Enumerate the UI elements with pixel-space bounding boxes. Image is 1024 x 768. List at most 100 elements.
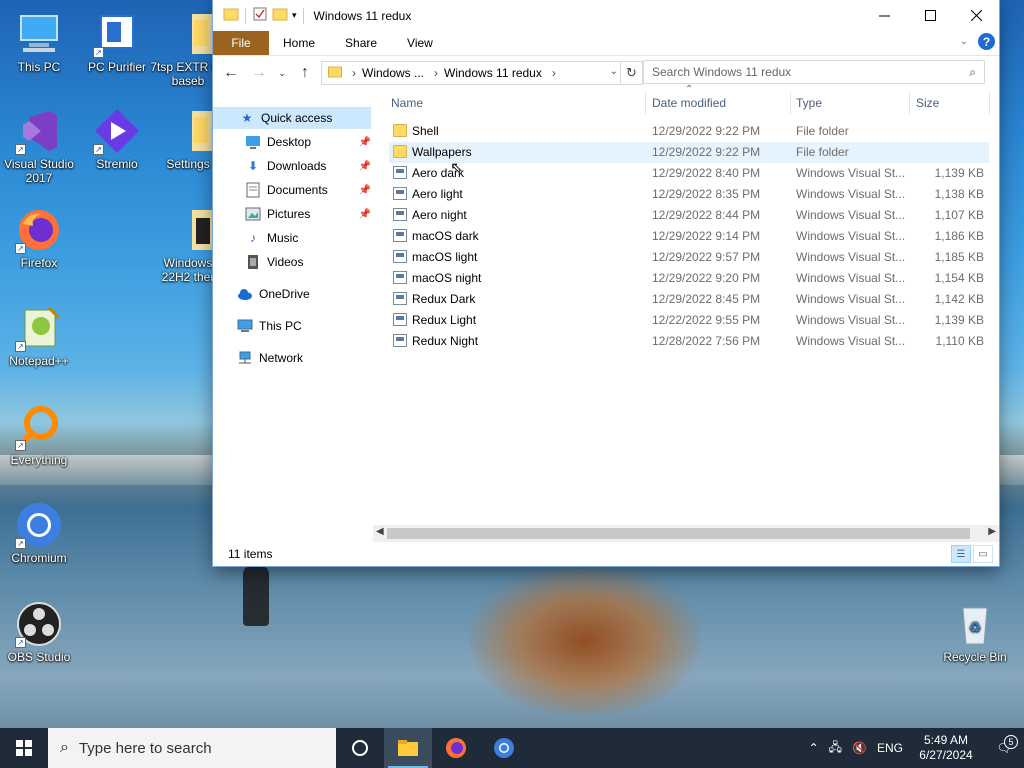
customize-toolbar-icon[interactable]: ▾ <box>292 10 297 21</box>
help-icon[interactable]: ? <box>978 33 995 50</box>
nav-desktop[interactable]: Desktop 📌 <box>245 131 371 153</box>
file-row[interactable]: Redux Dark 12/29/2022 8:45 PM Windows Visu… <box>389 289 989 310</box>
file-row[interactable]: macOS light 12/29/2022 9:57 PM Windows Vis… <box>389 247 989 268</box>
column-header-size[interactable]: Size <box>916 96 939 110</box>
file-row[interactable]: Aero dark 12/29/2022 8:40 PM Windows Visua… <box>389 163 989 184</box>
file-size: 1,142 KB <box>934 292 984 306</box>
nav-quick-access[interactable]: ★ Quick access <box>213 107 371 129</box>
action-center-button[interactable]: 🗨 5 <box>984 735 1024 755</box>
nav-music[interactable]: ♪ Music <box>245 227 367 249</box>
nav-label: Music <box>267 231 299 245</box>
scroll-right-icon[interactable]: ▶ <box>988 526 996 537</box>
details-view-icon[interactable]: ☰ <box>951 545 971 563</box>
nav-pictures[interactable]: Pictures 📌 <box>245 203 371 225</box>
tab-file[interactable]: File <box>213 31 269 55</box>
tab-share[interactable]: Share <box>330 31 392 55</box>
nav-videos[interactable]: Videos <box>245 251 367 273</box>
task-view-button[interactable] <box>336 728 384 768</box>
file-name: Redux Night <box>412 334 479 348</box>
file-row[interactable]: Shell 12/29/2022 9:22 PM File folder <box>389 121 989 142</box>
network-status-icon[interactable]: 🖧 <box>824 738 847 759</box>
start-button[interactable] <box>0 728 48 768</box>
large-icons-view-icon[interactable]: ▭ <box>973 545 993 563</box>
back-button[interactable]: ← <box>219 61 243 85</box>
up-button[interactable]: ↑ <box>293 61 317 85</box>
column-header-name[interactable]: Name <box>391 96 423 110</box>
properties-icon[interactable] <box>252 6 268 25</box>
close-button[interactable] <box>953 0 999 30</box>
expand-ribbon-icon[interactable]: ⌄ <box>960 36 968 47</box>
volume-muted-icon[interactable]: 🔇 <box>847 741 872 755</box>
desktop-icon-notepad-plus-plus[interactable]: ↗ Notepad++ <box>1 304 77 368</box>
taskbar-chromium[interactable] <box>480 728 528 768</box>
nav-onedrive[interactable]: OneDrive <box>237 283 367 305</box>
desktop-icon-stremio[interactable]: ↗ Stremio <box>79 107 155 171</box>
desktop-icon-everything[interactable]: ↗ Everything <box>1 403 77 467</box>
shortcut-arrow-icon: ↗ <box>15 637 26 648</box>
recycle-bin-icon: ♻ <box>951 600 999 648</box>
recent-locations-button[interactable]: ⌄ <box>275 61 289 85</box>
show-hidden-icons-chevron-icon[interactable]: ⌃ <box>804 741 824 755</box>
folder-icon <box>393 145 407 158</box>
desktop-icon-obs-studio[interactable]: ↗ OBS Studio <box>1 600 77 664</box>
horizontal-scrollbar[interactable]: ◀ ▶ <box>373 525 999 542</box>
scrollbar-thumb[interactable] <box>387 528 970 539</box>
nav-network[interactable]: Network <box>237 347 367 369</box>
column-header-date[interactable]: Date modified <box>652 96 726 110</box>
maximize-button[interactable] <box>907 0 953 30</box>
maximize-icon <box>924 9 936 21</box>
search-input[interactable]: Search Windows 11 redux <box>652 65 791 79</box>
taskbar-search-input[interactable]: Type here to search <box>79 740 212 757</box>
file-size: 1,185 KB <box>934 250 984 264</box>
address-bar[interactable]: › Windows ... › Windows 11 redux › ⌄ ↻ <box>321 61 643 85</box>
file-row[interactable]: macOS dark 12/29/2022 9:14 PM Windows Visu… <box>389 226 989 247</box>
column-divider[interactable] <box>909 92 910 114</box>
desktop-icon-pc-purifier[interactable]: ↗ PC Purifier <box>79 10 155 74</box>
desktop-icon-firefox[interactable]: ↗ Firefox <box>1 206 77 270</box>
new-folder-icon[interactable] <box>272 7 288 24</box>
desktop-icon-visual-studio[interactable]: ↗ Visual Studio 2017 <box>1 107 77 185</box>
refresh-icon[interactable]: ↻ <box>620 62 642 84</box>
breadcrumb-item[interactable]: Windows ... <box>362 66 424 80</box>
pin-icon: 📌 <box>358 160 371 172</box>
taskbar-firefox[interactable] <box>432 728 480 768</box>
column-divider[interactable] <box>645 92 646 114</box>
file-row[interactable]: Aero night 12/29/2022 8:44 PM Windows Visu… <box>389 205 989 226</box>
desktop-icon-chromium[interactable]: ↗ Chromium <box>1 501 77 565</box>
desktop-icon-recycle-bin[interactable]: ♻ Recycle Bin <box>937 600 1013 664</box>
taskbar-search[interactable]: ⌕ Type here to search <box>48 728 336 768</box>
file-row[interactable]: Redux Night 12/28/2022 7:56 PM Windows Vis… <box>389 331 989 352</box>
search-box[interactable]: Search Windows 11 redux ⌕ <box>643 60 985 84</box>
forward-button[interactable]: → <box>247 61 271 85</box>
music-note-icon: ♪ <box>250 231 256 245</box>
file-row[interactable]: Aero light 12/29/2022 8:35 PM Windows Visu… <box>389 184 989 205</box>
breadcrumb-item-current[interactable]: Windows 11 redux <box>444 66 542 80</box>
scroll-left-icon[interactable]: ◀ <box>376 526 384 537</box>
file-date-modified: 12/22/2022 9:55 PM <box>652 313 761 327</box>
theme-file-icon <box>393 250 407 263</box>
search-icon[interactable]: ⌕ <box>969 65 976 80</box>
file-row[interactable]: Wallpapers 12/29/2022 9:22 PM File folder <box>389 142 989 163</box>
file-row[interactable]: Redux Light 12/22/2022 9:55 PM Windows Vis… <box>389 310 989 331</box>
nav-label: Quick access <box>261 111 333 125</box>
address-dropdown-icon[interactable]: ⌄ <box>610 66 618 77</box>
breadcrumb-separator-icon[interactable]: › <box>552 66 556 80</box>
minimize-button[interactable] <box>861 0 907 30</box>
file-date-modified: 12/29/2022 9:22 PM <box>652 145 761 159</box>
clock[interactable]: 5:49 AM 6/27/2024 <box>908 733 984 763</box>
nav-documents[interactable]: Documents 📌 <box>245 179 371 201</box>
nav-this-pc[interactable]: This PC <box>237 315 367 337</box>
column-divider[interactable] <box>989 92 990 114</box>
input-language[interactable]: ENG <box>872 741 908 755</box>
desktop-icon-this-pc[interactable]: This PC <box>1 10 77 74</box>
tab-home[interactable]: Home <box>269 31 330 55</box>
file-row[interactable]: macOS night 12/29/2022 9:20 PM Windows Vis… <box>389 268 989 289</box>
column-header-type[interactable]: Type <box>796 96 822 110</box>
tab-view[interactable]: View <box>392 31 448 55</box>
desktop-icon-label: OBS Studio <box>7 650 71 664</box>
breadcrumb-separator-icon[interactable]: › <box>434 66 438 80</box>
taskbar-file-explorer[interactable] <box>384 728 432 768</box>
nav-downloads[interactable]: ⬇ Downloads 📌 <box>245 155 371 177</box>
toolbar-divider <box>245 7 246 24</box>
column-divider[interactable] <box>790 92 791 114</box>
